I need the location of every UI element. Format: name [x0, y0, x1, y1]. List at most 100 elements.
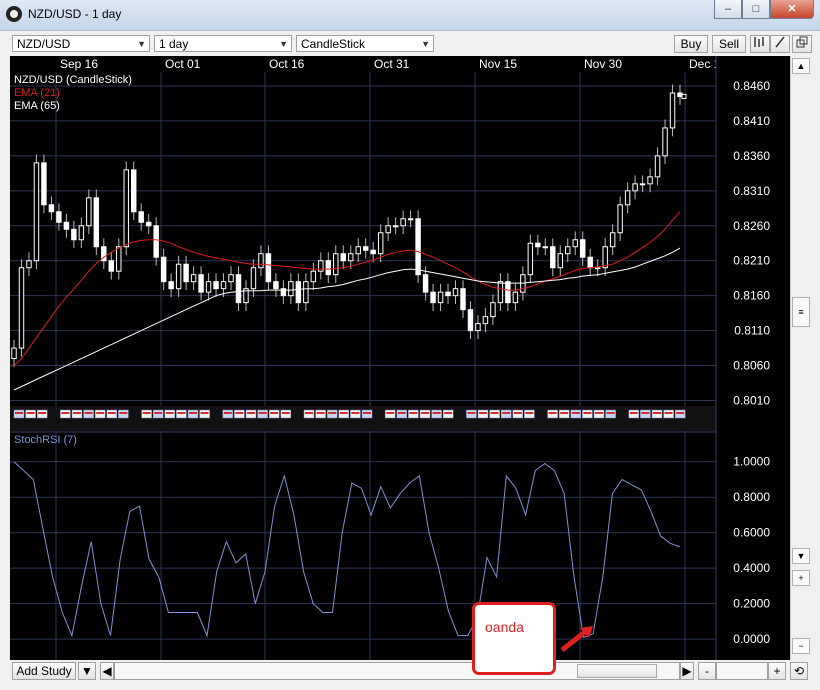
- scroll-left-icon[interactable]: ◀: [100, 662, 114, 680]
- event-flag-stripe: [444, 412, 453, 414]
- candle-body: [288, 281, 294, 297]
- candle-body: [63, 221, 70, 230]
- candle-body: [407, 218, 414, 221]
- instrument-select-value: NZD/USD: [17, 37, 71, 51]
- scroll-thumb[interactable]: ≡: [792, 297, 810, 327]
- candle-body: [175, 263, 182, 290]
- event-flag-stripe: [258, 412, 267, 414]
- candle-body: [624, 190, 631, 206]
- event-flag-stripe: [26, 412, 35, 414]
- event-flag-stripe: [351, 412, 360, 414]
- event-flag-stripe: [177, 412, 186, 414]
- chart-type-select-value: CandleStick: [301, 37, 366, 51]
- vertical-scrollbar[interactable]: ▲ ≡ ▼ + −: [790, 56, 811, 660]
- event-flag-stripe: [653, 412, 661, 414]
- event-flag-stripe: [15, 412, 23, 414]
- price-tick-label: 0.8260: [733, 219, 770, 233]
- zoom-slider[interactable]: [716, 662, 768, 680]
- price-tick-label: 0.8410: [733, 114, 770, 128]
- bars-icon-glyph: [754, 37, 764, 47]
- bars-icon[interactable]: [750, 35, 770, 53]
- candle-body: [467, 309, 474, 332]
- candle-body: [183, 263, 189, 283]
- candle-body: [497, 281, 504, 304]
- event-flag-stripe: [467, 412, 476, 414]
- event-flag-stripe: [281, 412, 290, 414]
- candle-body: [160, 256, 167, 283]
- date-tick-label: Nov 30: [584, 57, 622, 71]
- candle-body: [86, 197, 92, 227]
- detach-window-icon[interactable]: [792, 35, 812, 53]
- candle-body: [26, 260, 32, 269]
- candle-body: [33, 162, 40, 262]
- instrument-select[interactable]: NZD/USD ▼: [12, 35, 150, 52]
- sell-button[interactable]: Sell: [712, 35, 746, 53]
- candle-body: [362, 246, 369, 251]
- candle-body: [422, 274, 429, 293]
- candle-body: [565, 246, 571, 255]
- candle-body: [273, 281, 279, 290]
- candle-body: [594, 267, 601, 270]
- event-flag-stripe: [84, 412, 93, 414]
- candle-body: [654, 155, 661, 178]
- event-flag-stripe: [548, 412, 557, 414]
- price-tick-label: 0.8210: [733, 254, 770, 268]
- event-flag-stripe: [270, 412, 279, 414]
- draw-line-icon[interactable]: [770, 35, 790, 53]
- candle-body: [265, 253, 272, 283]
- zoom-out-icon[interactable]: −: [792, 638, 810, 654]
- date-tick-label: Sep 16: [60, 57, 98, 71]
- event-flag-stripe: [409, 412, 418, 414]
- candle-body: [632, 183, 638, 192]
- event-flag-stripe: [119, 412, 128, 414]
- event-flag-stripe: [397, 412, 406, 414]
- price-tick-label: 0.8060: [733, 359, 770, 373]
- horizontal-scrollbar[interactable]: [114, 662, 680, 680]
- event-flag-stripe: [595, 412, 603, 414]
- scroll-down-icon[interactable]: ▼: [792, 548, 810, 564]
- candle-body: [490, 302, 496, 318]
- event-flag-stripe: [502, 412, 511, 414]
- maximize-button[interactable]: □: [742, 0, 770, 19]
- candle-body: [452, 288, 459, 297]
- chart-type-select[interactable]: CandleStick ▼: [296, 35, 434, 52]
- candle-body: [123, 169, 129, 248]
- interval-select[interactable]: 1 day ▼: [154, 35, 292, 52]
- oscillator-tick-label: 0.6000: [733, 526, 770, 540]
- event-flag-stripe: [200, 412, 209, 414]
- event-flag-stripe: [363, 412, 371, 414]
- reset-zoom-icon[interactable]: ⟲: [790, 662, 808, 680]
- candle-body: [639, 183, 646, 186]
- event-flag-stripe: [629, 412, 638, 414]
- add-study-dropdown-icon[interactable]: ▼: [78, 662, 96, 680]
- event-flag-stripe: [606, 412, 615, 414]
- price-tick-label: 0.8160: [733, 289, 770, 303]
- date-tick-label: Oct 01: [165, 57, 201, 71]
- event-flag-stripe: [247, 412, 255, 414]
- price-tick-label: 0.8310: [733, 184, 770, 198]
- candle-body: [392, 225, 399, 228]
- oscillator-tick-label: 0.2000: [733, 597, 770, 611]
- close-button[interactable]: ✕: [770, 0, 814, 19]
- candle-body: [56, 211, 62, 223]
- candle-body: [505, 281, 511, 304]
- candle-body: [93, 197, 100, 248]
- add-study-button[interactable]: Add Study: [12, 662, 76, 680]
- scroll-right-icon[interactable]: ▶: [680, 662, 694, 680]
- chart-svg[interactable]: Sep 16 Oct 01 Oct 16 Oct 31 Nov 15 Nov 30 Dec …: [10, 56, 790, 660]
- zoom-out-horizontal-button[interactable]: -: [698, 662, 716, 680]
- candle-body: [355, 246, 361, 255]
- candle-body: [220, 281, 227, 290]
- zoom-in-icon[interactable]: +: [792, 570, 810, 586]
- chart-canvas[interactable]: Sep 16 Oct 01 Oct 16 Oct 31 Nov 15 Nov 30 Dec …: [10, 56, 810, 662]
- event-flag-stripe: [513, 412, 522, 414]
- candle-body: [542, 246, 549, 249]
- scroll-up-icon[interactable]: ▲: [792, 58, 810, 74]
- candle-body: [71, 228, 77, 241]
- candle-body: [475, 323, 481, 332]
- buy-button[interactable]: Buy: [674, 35, 708, 53]
- window-controls: – □ ✕: [714, 0, 814, 19]
- zoom-in-horizontal-button[interactable]: +: [768, 662, 786, 680]
- minimize-button[interactable]: –: [714, 0, 742, 19]
- horizontal-scroll-thumb[interactable]: [577, 664, 657, 678]
